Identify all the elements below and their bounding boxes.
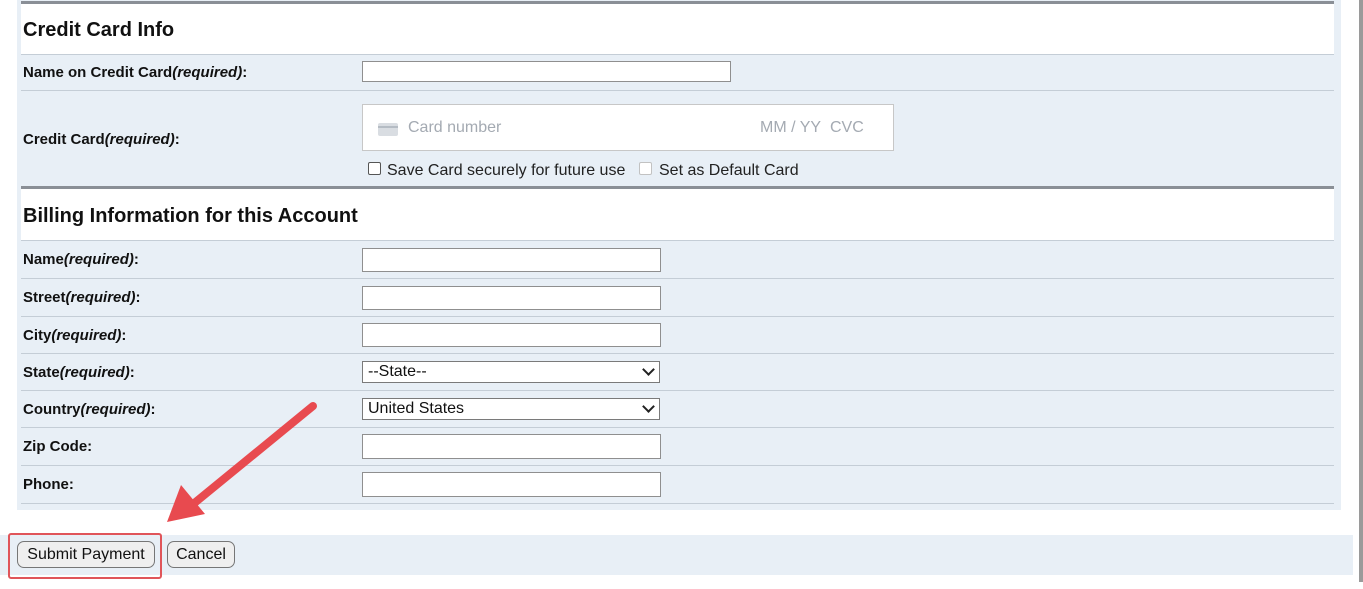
annotation-arrow-icon bbox=[167, 402, 317, 522]
